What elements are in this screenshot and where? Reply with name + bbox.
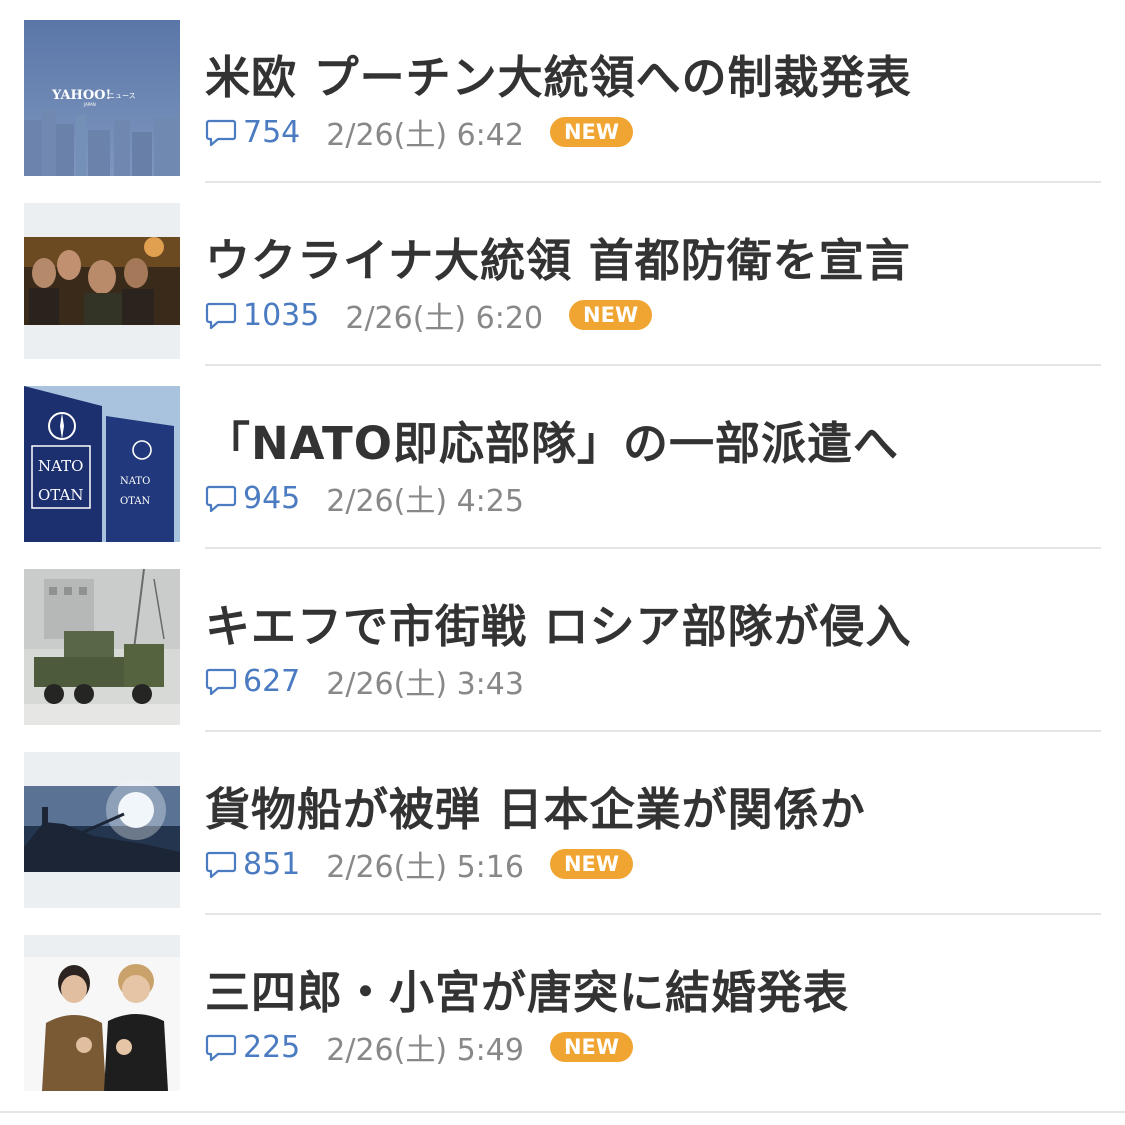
speech-bubble-icon bbox=[205, 119, 237, 147]
news-thumbnail[interactable] bbox=[24, 569, 180, 725]
svg-text:NATO: NATO bbox=[38, 457, 83, 475]
news-meta: 1035 2/26(土) 6:20 NEW bbox=[205, 295, 653, 336]
news-item[interactable]: キエフで市街戦 ロシア部隊が侵入 627 2/26(土) 3:43 bbox=[0, 549, 1125, 732]
svg-text:OTAN: OTAN bbox=[38, 486, 83, 504]
comedy-duo-photo bbox=[24, 935, 180, 1091]
news-thumbnail[interactable] bbox=[24, 203, 180, 359]
news-meta: 627 2/26(土) 3:43 bbox=[205, 661, 550, 702]
news-thumbnail[interactable]: NATO OTAN NATO OTAN bbox=[24, 386, 180, 542]
news-item[interactable]: NATO OTAN NATO OTAN 「NATO即応部隊」の一部派遣へ 945… bbox=[0, 366, 1125, 549]
timestamp: 2/26(土) 3:43 bbox=[326, 667, 524, 702]
news-thumbnail[interactable] bbox=[24, 935, 180, 1091]
news-item[interactable]: 貨物船が被弾 日本企業が関係か 851 2/26(土) 5:16 NEW bbox=[0, 732, 1125, 915]
comment-count: 945 bbox=[243, 480, 301, 516]
news-list: YAHOO! ニュース JAPAN 米欧 プーチン大統領への制裁発表 754 2… bbox=[0, 0, 1125, 1125]
yahoo-news-logo-image: YAHOO! ニュース JAPAN bbox=[24, 20, 180, 176]
news-item[interactable]: ウクライナ大統領 首都防衛を宣言 1035 2/26(土) 6:20 NEW bbox=[0, 183, 1125, 366]
news-headline[interactable]: 米欧 プーチン大統領への制裁発表 bbox=[205, 50, 1105, 106]
news-item[interactable]: 三四郎・小宮が唐突に結婚発表 225 2/26(土) 5:49 NEW bbox=[0, 915, 1125, 1098]
timestamp: 2/26(土) 4:25 bbox=[326, 484, 524, 519]
speech-bubble-icon bbox=[205, 851, 237, 879]
military-truck-photo bbox=[24, 569, 180, 725]
news-headline[interactable]: 貨物船が被弾 日本企業が関係か bbox=[205, 782, 1105, 838]
comment-count: 225 bbox=[243, 1029, 301, 1065]
timestamp: 2/26(土) 6:20 bbox=[345, 301, 544, 336]
nato-flags-photo: NATO OTAN NATO OTAN bbox=[24, 386, 180, 542]
news-meta: 225 2/26(土) 5:49 NEW bbox=[205, 1027, 634, 1068]
speech-bubble-icon bbox=[205, 668, 237, 696]
warship-photo bbox=[24, 752, 180, 908]
news-item[interactable]: YAHOO! ニュース JAPAN 米欧 プーチン大統領への制裁発表 754 2… bbox=[0, 0, 1125, 183]
news-headline[interactable]: 「NATO即応部隊」の一部派遣へ bbox=[205, 416, 1105, 472]
timestamp: 2/26(土) 6:42 bbox=[326, 118, 524, 153]
timestamp: 2/26(土) 5:49 bbox=[326, 1033, 524, 1068]
news-headline[interactable]: キエフで市街戦 ロシア部隊が侵入 bbox=[205, 599, 1105, 655]
news-meta: 754 2/26(土) 6:42 NEW bbox=[205, 112, 634, 153]
comment-count: 851 bbox=[243, 846, 301, 882]
list-bottom-divider bbox=[0, 1111, 1125, 1113]
svg-text:ニュース: ニュース bbox=[108, 92, 136, 100]
news-meta: 945 2/26(土) 4:25 bbox=[205, 478, 550, 519]
svg-text:OTAN: OTAN bbox=[120, 496, 151, 507]
ukraine-president-photo bbox=[24, 203, 180, 359]
speech-bubble-icon bbox=[205, 1034, 237, 1062]
speech-bubble-icon bbox=[205, 485, 237, 513]
new-badge: NEW bbox=[549, 1032, 634, 1062]
svg-text:NATO: NATO bbox=[120, 476, 150, 487]
speech-bubble-icon bbox=[205, 302, 237, 330]
comment-count: 754 bbox=[243, 114, 301, 150]
news-thumbnail[interactable] bbox=[24, 752, 180, 908]
news-headline[interactable]: 三四郎・小宮が唐突に結婚発表 bbox=[205, 965, 1105, 1021]
news-thumbnail[interactable]: YAHOO! ニュース JAPAN bbox=[24, 20, 180, 176]
comment-count: 627 bbox=[243, 663, 301, 699]
timestamp: 2/26(土) 5:16 bbox=[326, 850, 524, 885]
svg-text:YAHOO!: YAHOO! bbox=[51, 88, 111, 103]
news-meta: 851 2/26(土) 5:16 NEW bbox=[205, 844, 634, 885]
new-badge: NEW bbox=[549, 849, 634, 879]
new-badge: NEW bbox=[549, 117, 634, 147]
svg-text:JAPAN: JAPAN bbox=[83, 102, 96, 107]
comment-count: 1035 bbox=[243, 297, 320, 333]
new-badge: NEW bbox=[569, 300, 653, 330]
news-headline[interactable]: ウクライナ大統領 首都防衛を宣言 bbox=[205, 233, 1105, 289]
